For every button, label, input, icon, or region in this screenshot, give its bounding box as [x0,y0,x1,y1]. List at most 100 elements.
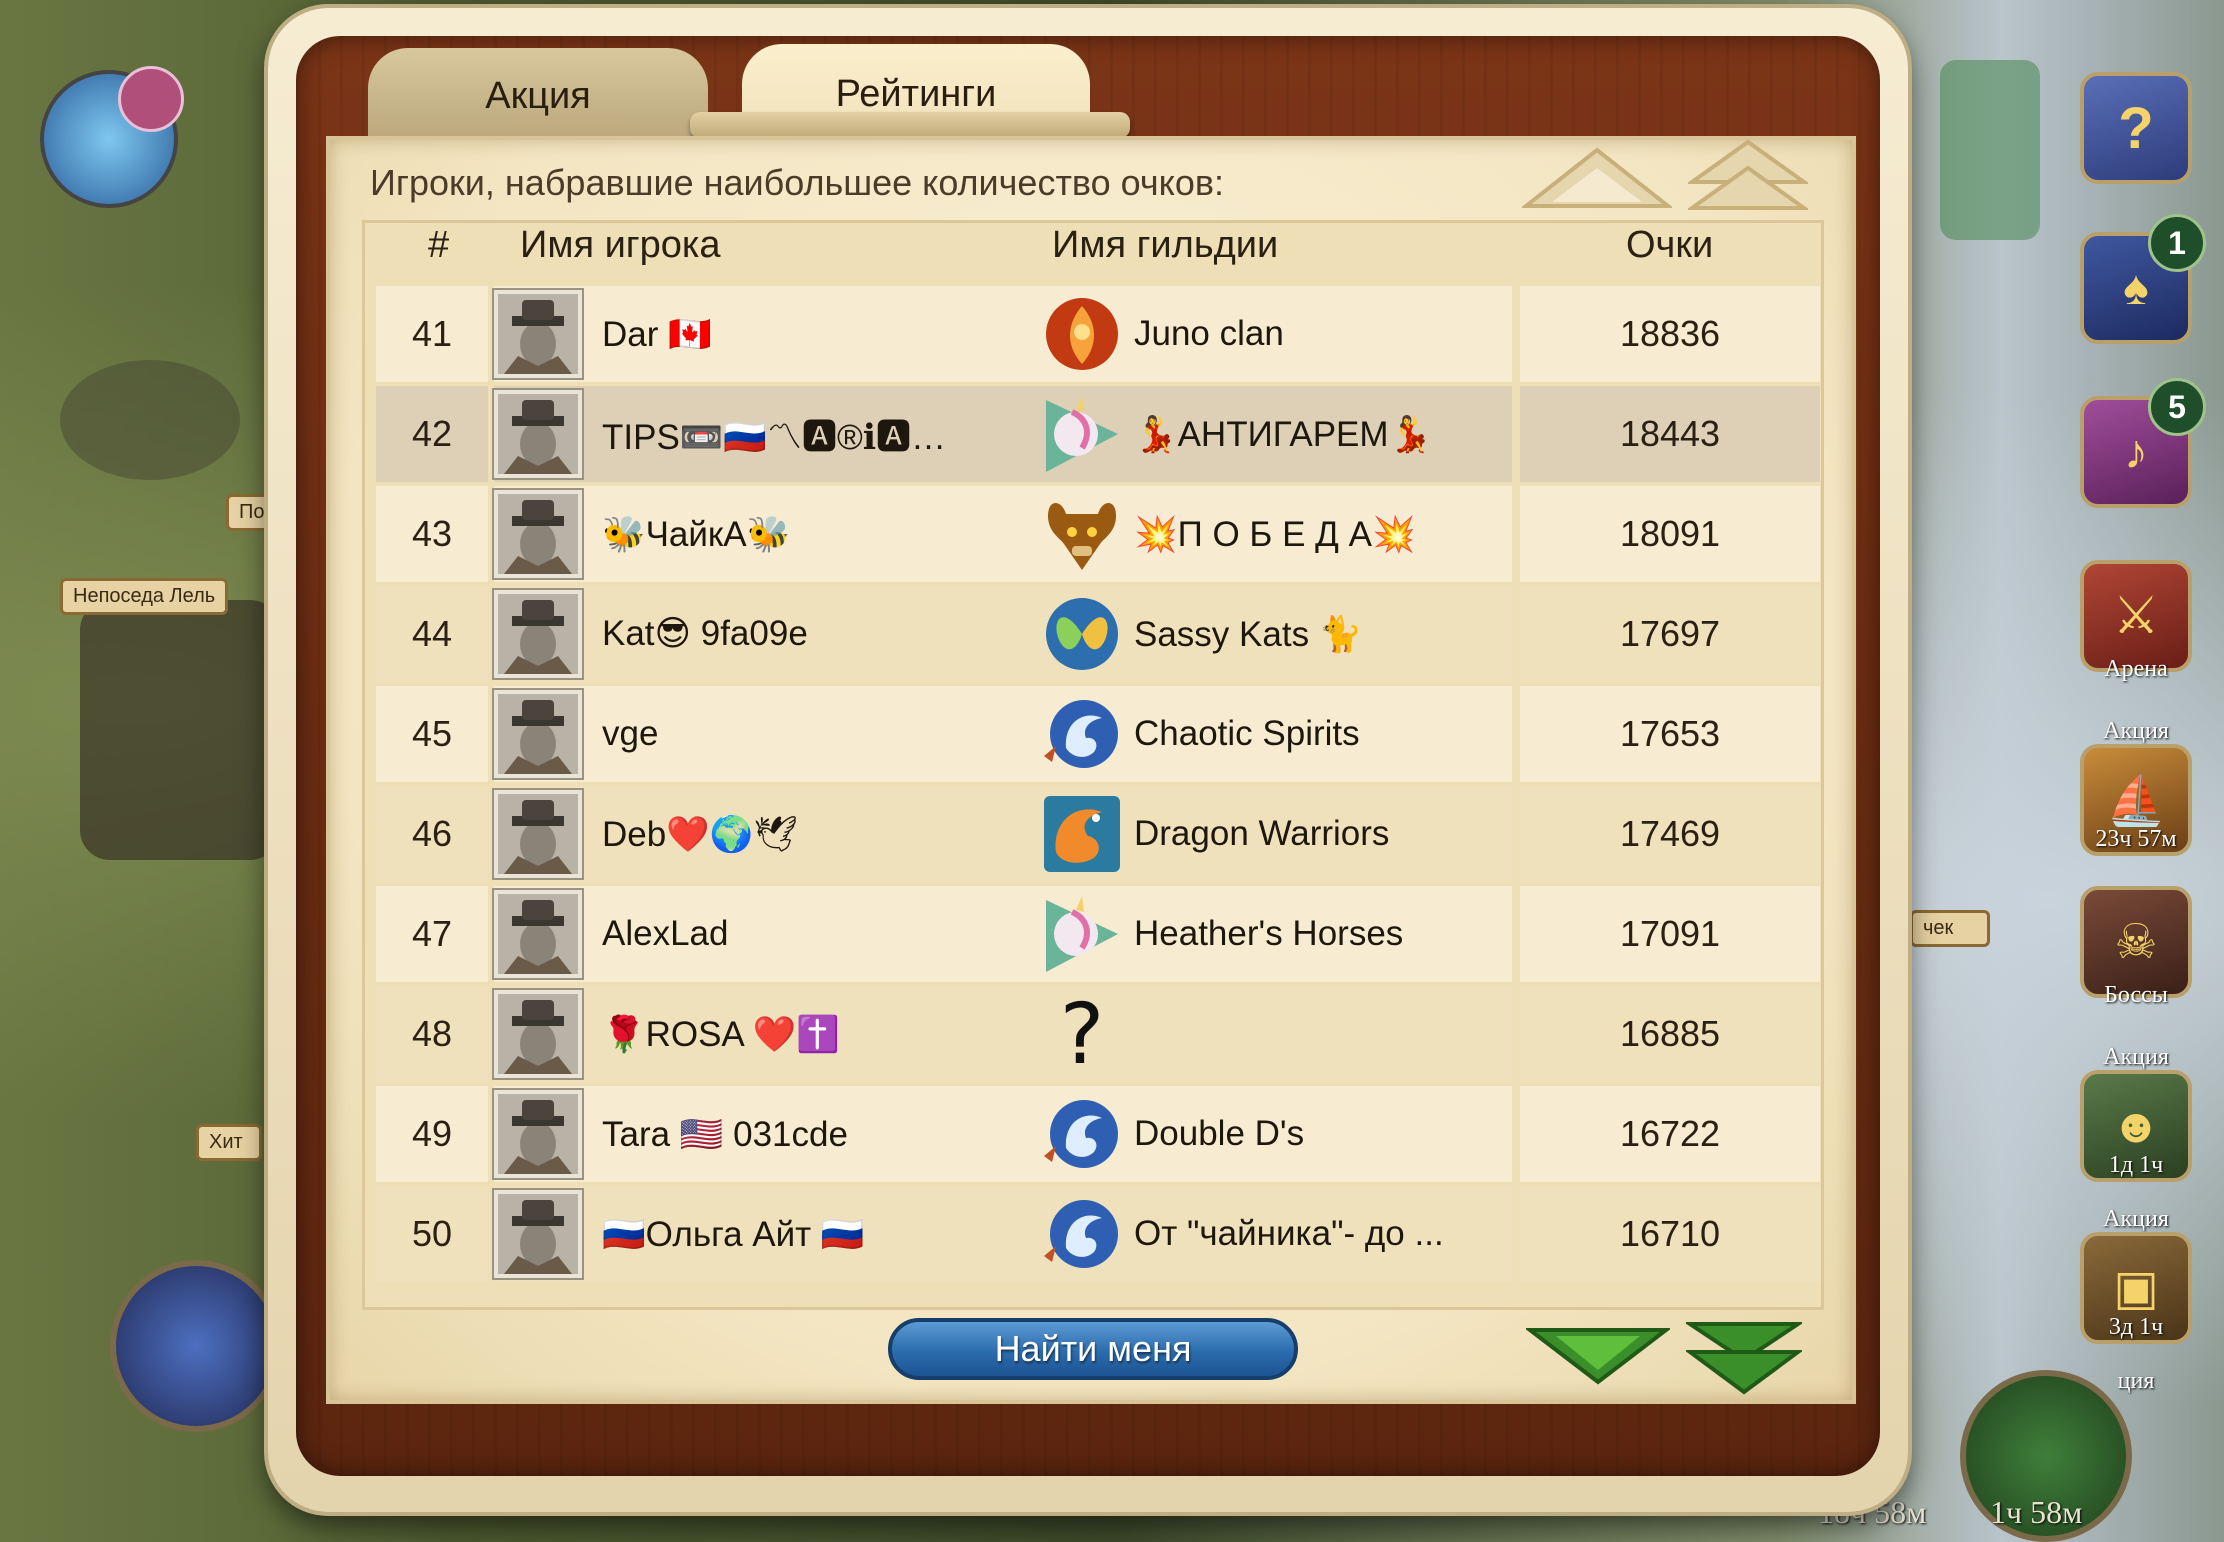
tab-promo[interactable]: Акция [368,48,708,144]
gift-icon[interactable] [118,66,184,132]
phoenix-emblem [1046,298,1118,370]
question-mark-emblem: ? [1059,985,1105,1083]
player-name: Deb❤️🌍🕊 [602,814,798,854]
table-row[interactable]: 48 🌹ROSA ❤️✝️? 16885 [376,985,1820,1083]
table-row[interactable]: 49 Tara 🇺🇸 031cde Double D's 16722 [376,1086,1820,1182]
points-cell: 16722 [1520,1086,1820,1182]
avatar[interactable] [494,390,582,478]
guild-cell[interactable]: 💃АНТИГАРЕМ💃 [1036,386,1512,482]
player-name: 🇷🇺Ольга Айт 🇷🇺 [602,1214,865,1254]
avatar[interactable] [494,290,582,378]
rank-cell: 49 [376,1086,488,1182]
rank-cell: 45 [376,686,488,782]
points-cell: 17469 [1520,786,1820,882]
points-cell: 18443 [1520,386,1820,482]
guild-name: Juno clan [1134,314,1284,353]
npc-sign[interactable]: Непоседа Лель [60,578,229,615]
player-portrait-icon [498,1194,578,1274]
guild-cell[interactable]: Heather's Horses [1036,886,1512,982]
table-row[interactable]: 47 AlexLad Heather's Horses 17091 [376,886,1820,982]
avatar[interactable] [494,890,582,978]
player-portrait-icon [498,894,578,974]
chest-icon: ▣ [2113,1262,2159,1315]
player-name: AlexLad [602,914,729,953]
avatar[interactable] [494,690,582,778]
npc-sign-right[interactable]: чек [1910,910,1990,947]
table-row[interactable]: 42 TIPS📼🇷🇺〽🅰®ℹ🅰… 💃АНТИГАРЕМ💃 18443 [376,386,1820,482]
points-cell: 16885 [1520,986,1820,1082]
guild-cell[interactable]: Chaotic Spirits [1036,686,1512,782]
guild-cell[interactable]: Dragon Warriors [1036,786,1512,882]
npc-sign-partial-2[interactable]: Хит [196,1124,262,1161]
column-header-guild: Имя гильдии [1052,224,1279,266]
player-name: vge [602,714,659,753]
avatar[interactable] [494,1190,582,1278]
bull-emblem [1048,503,1116,570]
guild-cell[interactable]: Juno clan [1036,286,1512,382]
scroll-bottom-button[interactable] [1686,1320,1802,1396]
player-portrait-icon [498,394,578,474]
player-portrait-icon [498,1094,578,1174]
avatar[interactable] [494,990,582,1078]
scroll-up-button[interactable] [1522,146,1672,210]
player-name: TIPS📼🇷🇺〽🅰®ℹ🅰… [602,417,947,457]
rank-cell: 43 [376,486,488,582]
guild-name: 💃АНТИГАРЕМ💃 [1134,414,1433,454]
double-arrow-up-icon [1688,139,1808,210]
table-row[interactable]: 45 vge Chaotic Spirits 17653 [376,686,1820,782]
points-cell: 17653 [1520,686,1820,782]
guild-name [1134,986,1506,1082]
promo-label-2: Акция [2103,1044,2169,1070]
guild-cell[interactable]: Sassy Kats 🐈 [1036,586,1512,682]
goblin-icon: ☻ [2110,1099,2162,1153]
find-me-button[interactable]: Найти меня [888,1318,1298,1380]
help-button[interactable]: ? [2080,72,2192,184]
promo-label-1: Акция [2103,718,2169,744]
cards-badge: 1 [2148,214,2206,272]
unicorn-emblem [1046,896,1118,972]
tab-rail [690,112,1130,138]
scroll-down-button[interactable] [1526,1326,1670,1386]
table-row[interactable]: 50 🇷🇺Ольга Айт 🇷🇺 От "чайника"- до ... 1671… [376,1186,1820,1282]
points-cell: 18091 [1520,486,1820,582]
rank-cell: 48 [376,986,488,1082]
rank-cell: 46 [376,786,488,882]
promo-label-4: ция [2117,1368,2155,1394]
ship-icon: ⛵ [2106,774,2166,828]
double-arrow-down-icon [1686,1322,1802,1395]
guild-cell[interactable]: 💥П О Б Е Д А💥 [1036,486,1512,582]
blue-dragon-emblem [1044,1200,1118,1268]
table-row[interactable]: 46 Deb❤️🌍🕊 Dragon Warriors 17469 [376,786,1820,882]
guild-name: От "чайника"- до ... [1134,1214,1444,1253]
avatar[interactable] [494,590,582,678]
column-header-points: Очки [1626,224,1714,266]
arrow-down-icon [1526,1328,1670,1385]
guild-cell[interactable]: От "чайника"- до ... [1036,1186,1512,1282]
avatar[interactable] [494,490,582,578]
player-portrait-icon [498,494,578,574]
suitcase-icon[interactable] [110,1260,282,1432]
points-cell: 18836 [1520,286,1820,382]
cards-icon: ♠ [2123,261,2149,315]
rank-cell: 47 [376,886,488,982]
guild-cell[interactable]: ? [1036,985,1512,1083]
rank-cell: 41 [376,286,488,382]
avatar[interactable] [494,1090,582,1178]
promo-label-3: Акция [2103,1206,2169,1232]
arena-label: Арена [2104,656,2168,682]
table-row[interactable]: 44 Kat😎 9fa09e Sassy Kats 🐈 17697 [376,586,1820,682]
player-portrait-icon [498,794,578,874]
promo-timer-1: 23ч 57м [2095,826,2177,852]
table-row[interactable]: 43 🐝ЧайкА🐝 💥П О Б Е Д А💥 18091 [376,486,1820,582]
bosses-label: Боссы [2104,982,2168,1008]
rank-cell: 44 [376,586,488,682]
scroll-top-button[interactable] [1688,138,1808,214]
player-name: Dar 🇨🇦 [602,314,712,354]
guild-name: 💥П О Б Е Д А💥 [1134,514,1416,554]
column-header-player: Имя игрока [520,224,721,266]
table-row[interactable]: 41 Dar 🇨🇦 Juno clan 18836 [376,286,1820,382]
ratings-subtitle: Игроки, набравшие наибольшее количество … [370,162,1224,203]
guild-name: Chaotic Spirits [1134,714,1360,753]
guild-cell[interactable]: Double D's [1036,1086,1512,1182]
avatar[interactable] [494,790,582,878]
